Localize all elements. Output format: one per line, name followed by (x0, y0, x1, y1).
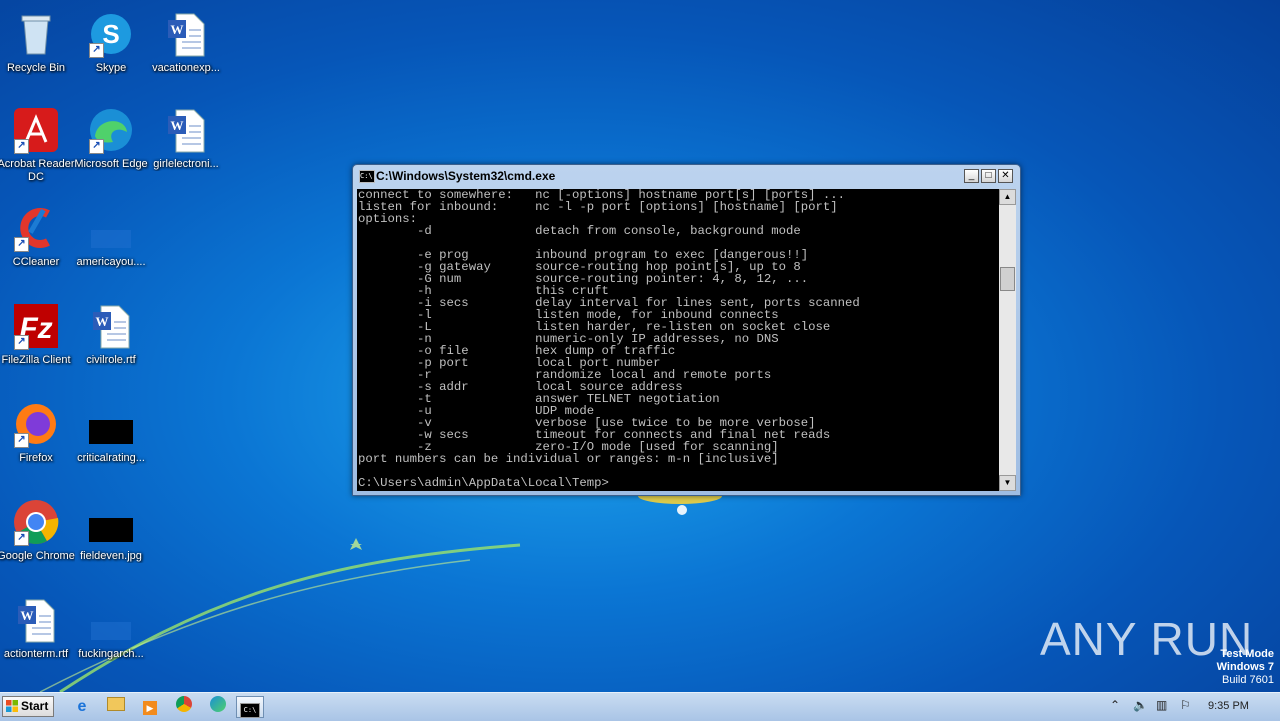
explorer-icon[interactable] (102, 696, 130, 718)
desktop-icon[interactable]: Wgirlelectroni... (147, 106, 225, 171)
scroll-thumb[interactable] (1000, 267, 1015, 291)
start-button[interactable]: Start (2, 696, 54, 717)
desktop-icon[interactable]: S ↗ Skype (72, 10, 150, 75)
edge-icon: ↗ (87, 106, 135, 154)
word-doc-icon: W (162, 106, 210, 154)
desktop-icon[interactable]: fieldeven.jpg (72, 498, 150, 563)
window-title: C:\Windows\System32\cmd.exe (376, 169, 556, 183)
chrome-icon[interactable] (170, 696, 198, 718)
desktop-icon[interactable]: ↗ CCleaner (0, 204, 75, 269)
chrome-icon: ↗ (12, 498, 60, 546)
desktop-icon-label: Recycle Bin (6, 62, 66, 74)
desktop-icon[interactable]: Recycle Bin (0, 10, 75, 75)
clock[interactable]: 9:35 PM (1208, 700, 1249, 712)
minimize-button[interactable]: _ (964, 169, 979, 183)
network-icon[interactable]: ▥ (1156, 698, 1167, 712)
desktop-icon-label: Google Chrome (0, 550, 75, 562)
folder-file-icon (87, 204, 135, 252)
desktop-icon-label: CCleaner (12, 256, 60, 268)
desktop-icon[interactable]: ↗ Microsoft Edge (72, 106, 150, 171)
test-mode-label: Test Mode (1220, 648, 1274, 660)
start-label: Start (21, 699, 49, 713)
ccleaner-icon: ↗ (12, 204, 60, 252)
build-label: Build 7601 (1222, 674, 1274, 686)
desktop-icon-label: girlelectroni... (153, 158, 219, 170)
desktop-icon-label: FileZilla Client (1, 354, 71, 366)
skype-icon: S ↗ (87, 10, 135, 58)
console-output: connect to somewhere: nc [-options] host… (358, 189, 860, 490)
desktop-icon-label: americayou.... (76, 256, 146, 268)
test-mode-text: Test Mode Windows 7 Build 7601 (1217, 648, 1274, 687)
desktop-icon[interactable]: Wactionterm.rtf (0, 596, 75, 661)
desktop-icon[interactable]: Wcivilrole.rtf (72, 302, 150, 367)
shortcut-arrow-icon: ↗ (14, 433, 29, 448)
svg-text:W: W (96, 314, 109, 329)
shortcut-arrow-icon: ↗ (14, 335, 29, 350)
shortcut-arrow-icon: ↗ (89, 139, 104, 154)
svg-text:S: S (102, 19, 119, 49)
console-area[interactable]: connect to somewhere: nc [-options] host… (357, 189, 1016, 491)
desktop-icon[interactable]: Wvacationexp... (147, 10, 225, 75)
acrobat-icon: ↗ (12, 106, 60, 154)
desktop-icon-label: fuckingarch... (78, 648, 144, 660)
desktop-icon-label: actionterm.rtf (3, 648, 69, 660)
recycle-bin-icon (12, 10, 60, 58)
desktop-icon-label: vacationexp... (152, 62, 220, 74)
filezilla-icon: Fz ↗ (12, 302, 60, 350)
scroll-up-icon[interactable]: ▲ (999, 189, 1016, 205)
desktop-icon-label: fieldeven.jpg (80, 550, 142, 562)
desktop-icon-label: Skype (95, 62, 127, 74)
desktop-icon[interactable]: Fz ↗ FileZilla Client (0, 302, 75, 367)
shortcut-arrow-icon: ↗ (14, 237, 29, 252)
close-button[interactable]: ✕ (998, 169, 1013, 183)
scroll-down-icon[interactable]: ▼ (999, 475, 1016, 491)
taskbar: Start e ▶ C:\ ⌃ 🔈 ▥ ⚐ 9:35 PM (0, 692, 1280, 721)
ie-icon[interactable]: e (68, 696, 96, 718)
maximize-button[interactable]: □ (981, 169, 996, 183)
desktop-icon-label: criticalrating... (77, 452, 145, 464)
desktop-icon-label: Acrobat Reader DC (0, 158, 75, 183)
windows-logo-icon (6, 700, 18, 712)
desktop-icon[interactable]: criticalrating... (72, 400, 150, 465)
desktop-icon-label: Microsoft Edge (74, 158, 148, 170)
cmd-icon[interactable]: C:\ (236, 696, 264, 718)
desktop-icon-label: Firefox (19, 452, 53, 464)
tray-arrow-icon[interactable]: ⌃ (1110, 698, 1120, 712)
folder-file-icon (87, 596, 135, 644)
shortcut-arrow-icon: ↗ (14, 139, 29, 154)
black-file-icon (87, 400, 135, 448)
svg-text:W: W (171, 118, 184, 133)
firefox-icon: ↗ (12, 400, 60, 448)
desktop-icon[interactable]: americayou.... (72, 204, 150, 269)
os-label: Windows 7 (1216, 661, 1274, 673)
flag-icon[interactable]: ⚐ (1180, 698, 1191, 712)
word-doc-icon: W (12, 596, 60, 644)
cmd-icon: C:\ (359, 170, 375, 183)
media-player-icon[interactable]: ▶ (136, 696, 164, 718)
desktop-icon-label: civilrole.rtf (86, 354, 136, 366)
volume-icon[interactable]: 🔈 (1133, 698, 1148, 712)
edge-icon[interactable] (204, 696, 232, 718)
shortcut-arrow-icon: ↗ (89, 43, 104, 58)
cmd-window[interactable]: C:\ C:\Windows\System32\cmd.exe _ □ ✕ co… (352, 164, 1021, 496)
vertical-scrollbar[interactable]: ▲ ▼ (999, 189, 1016, 491)
desktop-icon[interactable]: fuckingarch... (72, 596, 150, 661)
black-file-icon (87, 498, 135, 546)
svg-text:W: W (21, 608, 34, 623)
svg-text:W: W (171, 22, 184, 37)
desktop-icon[interactable]: ↗ Google Chrome (0, 498, 75, 563)
desktop-icon[interactable]: ↗ Acrobat Reader DC (0, 106, 75, 184)
shortcut-arrow-icon: ↗ (14, 531, 29, 546)
word-doc-icon: W (162, 10, 210, 58)
word-doc-icon: W (87, 302, 135, 350)
desktop-icon[interactable]: ↗ Firefox (0, 400, 75, 465)
window-titlebar[interactable]: C:\ C:\Windows\System32\cmd.exe _ □ ✕ (353, 165, 1020, 187)
